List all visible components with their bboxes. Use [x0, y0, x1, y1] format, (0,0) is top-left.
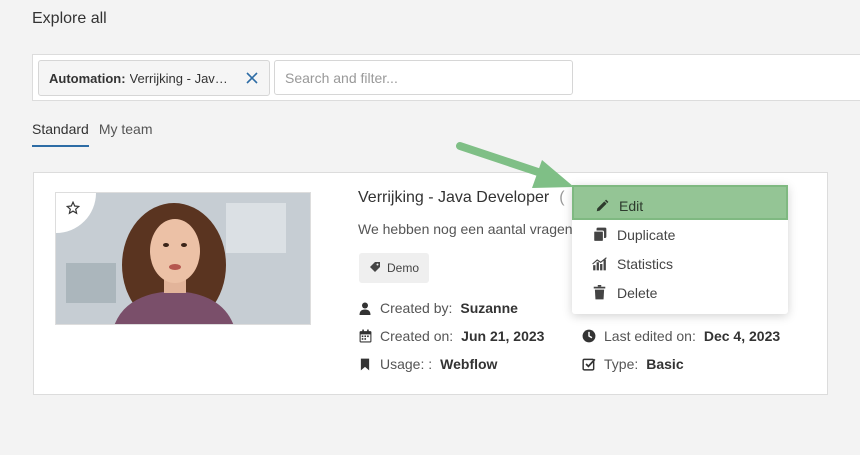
annotation-arrow-icon: [456, 142, 574, 188]
page-title: Explore all: [32, 10, 107, 27]
meta-value: Suzanne: [460, 300, 518, 316]
tab-my-team[interactable]: My team: [99, 121, 153, 147]
video-thumbnail[interactable]: [55, 192, 311, 325]
context-menu: Edit Duplicate Statistics Delete: [572, 185, 788, 314]
card-description: We hebben nog een aantal vragen: [358, 221, 573, 237]
calendar-icon: [358, 329, 372, 343]
bar-chart-icon: [592, 256, 607, 271]
bookmark-icon: [358, 357, 372, 371]
meta-value: Dec 4, 2023: [703, 328, 781, 344]
user-icon: [358, 301, 372, 315]
filter-chip[interactable]: Automation: Verrijking - Java Developer: [38, 60, 270, 96]
tag-demo[interactable]: Demo: [359, 253, 430, 283]
menu-item-label: Statistics: [617, 255, 674, 272]
meta-created-on: Created on: Jun 21, 2023: [358, 328, 544, 344]
star-icon: [66, 201, 80, 215]
meta-label: Created by:: [380, 300, 453, 316]
menu-item-delete[interactable]: Delete: [572, 278, 788, 307]
menu-item-label: Delete: [617, 284, 658, 301]
tab-standard[interactable]: Standard: [32, 121, 89, 147]
clock-icon: [582, 329, 596, 343]
filter-chip-key: Automation:: [49, 70, 126, 86]
check-square-icon: [582, 357, 596, 371]
tag-label: Demo: [387, 261, 420, 275]
meta-label: Last edited on:: [604, 328, 696, 344]
meta-created-by: Created by: Suzanne: [358, 300, 518, 316]
menu-item-label: Duplicate: [617, 226, 676, 243]
trash-icon: [592, 285, 607, 300]
filter-bar: Automation: Verrijking - Java Developer: [32, 54, 860, 101]
menu-item-statistics[interactable]: Statistics: [572, 249, 788, 278]
meta-label: Usage: :: [380, 356, 433, 372]
meta-usage: Usage: : Webflow: [358, 356, 497, 372]
menu-item-duplicate[interactable]: Duplicate: [572, 220, 788, 249]
menu-item-edit[interactable]: Edit: [572, 185, 788, 220]
tab-bar: Standard My team: [32, 121, 153, 147]
tag-icon: [369, 261, 381, 276]
meta-label: Created on:: [380, 328, 454, 344]
meta-last-edited: Last edited on: Dec 4, 2023: [582, 328, 780, 344]
pencil-icon: [594, 199, 609, 214]
filter-chip-value: Verrijking - Java Developer: [129, 70, 234, 86]
copy-icon: [592, 227, 607, 242]
meta-value: Jun 21, 2023: [461, 328, 545, 344]
search-input[interactable]: [274, 60, 573, 95]
meta-label: Type:: [604, 356, 639, 372]
meta-type: Type: Basic: [582, 356, 684, 372]
close-icon[interactable]: [245, 71, 259, 85]
meta-value: Webflow: [440, 356, 498, 372]
meta-value: Basic: [646, 356, 684, 372]
menu-item-label: Edit: [619, 198, 644, 214]
